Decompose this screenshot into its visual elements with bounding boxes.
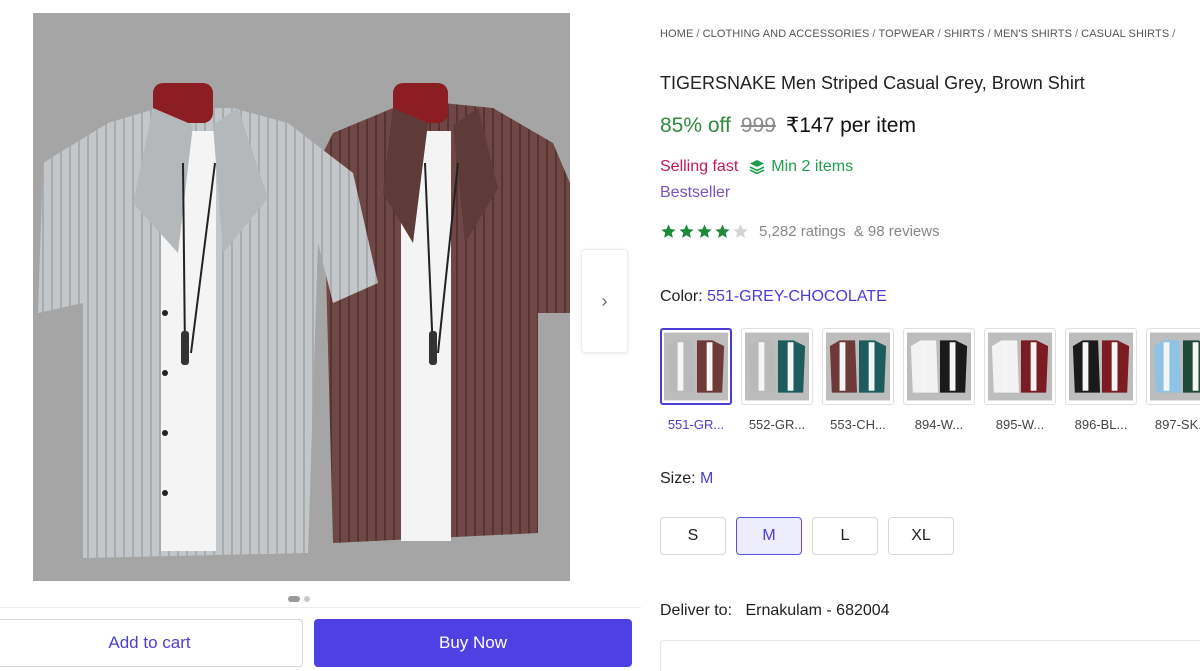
ratings-count: 5,282 ratings [759,223,846,240]
swatch-shirts-image [1069,332,1133,401]
image-gallery: › Add to cart Buy Now [0,0,641,671]
swatch-shirts-image [1150,332,1200,401]
star-icon [715,224,730,238]
divider [0,607,641,608]
color-swatch[interactable]: 551-GR... [660,328,732,432]
swatch-shirts-image [664,332,728,401]
delivery-pincode: Ernakulam - 682004 [745,602,890,619]
color-selector-label: Color: 551-GREY-CHOCOLATE [660,288,887,306]
add-to-cart-button[interactable]: Add to cart [0,619,303,667]
reviews-count: & 98 reviews [853,223,940,240]
stack-icon [749,160,765,175]
star-icon [697,224,712,238]
swatch-label: 553-CH... [830,417,886,432]
size-label: Size: [660,470,696,487]
color-swatch[interactable]: 895-W... [984,328,1056,432]
star-rating [660,223,749,240]
carousel-dots [288,596,310,602]
next-image-button[interactable]: › [581,249,628,353]
breadcrumb: HOME / CLOTHING AND ACCESSORIES / TOPWEAR / SH… [660,28,1176,40]
breadcrumb-mens-shirts[interactable]: MEN'S SHIRTS [994,28,1072,40]
swatch-label: 894-W... [914,417,964,432]
breadcrumb-casual-shirts[interactable]: CASUAL SHIRTS [1081,28,1169,40]
swatch-label: 552-GR... [748,417,806,432]
swatch-shirts-image [826,332,890,401]
swatch-thumbnail [1146,328,1200,405]
deliver-to-label: Deliver to: [660,602,733,619]
swatch-thumbnail [660,328,732,405]
breadcrumb-topwear[interactable]: TOPWEAR [879,28,935,40]
discount-percent: 85% off [660,114,731,137]
size-option-xl[interactable]: XL [888,517,954,555]
color-swatch[interactable]: 553-CH... [822,328,894,432]
bestseller-badge: Bestseller [660,184,731,201]
buy-now-button[interactable]: Buy Now [314,619,632,667]
carousel-dot-1[interactable] [288,596,300,602]
swatch-label: 896-BL... [1074,417,1128,432]
min-items-badge: Min 2 items [748,158,853,176]
size-option-s[interactable]: S [660,517,726,555]
shirts-illustration [33,13,570,581]
selling-price: ₹147 per item [785,114,916,137]
sales-badges: Selling fast Min 2 items [660,158,853,176]
swatch-shirts-image [745,332,809,401]
size-option-m[interactable]: M [736,517,802,555]
breadcrumb-clothing[interactable]: CLOTHING AND ACCESSORIES [703,28,870,40]
size-selector-label: Size: M [660,470,713,488]
carousel-dot-2[interactable] [304,596,310,602]
rating-summary[interactable]: 5,282 ratings & 98 reviews [660,223,940,240]
product-title: TIGERSNAKE Men Striped Casual Grey, Brow… [660,73,1085,93]
swatch-thumbnail [984,328,1056,405]
swatch-thumbnail [741,328,813,405]
color-label: Color: [660,288,703,305]
star-icon [679,224,694,238]
size-options: S M L XL [660,517,954,555]
swatch-thumbnail [822,328,894,405]
size-option-l[interactable]: L [812,517,878,555]
swatch-label: 551-GR... [667,417,725,432]
chevron-right-icon: › [601,290,608,311]
delivery-location[interactable]: Deliver to: Ernakulam - 682004 [660,602,890,620]
star-icon [661,224,676,238]
color-swatches: 551-GR... 552-GR... 553-CH... 894-W... 895-W… [660,328,1200,432]
swatch-shirts-image [907,332,971,401]
info-box [660,640,1200,671]
selling-fast-badge: Selling fast [660,158,739,175]
breadcrumb-home[interactable]: HOME [660,28,693,40]
color-swatch[interactable]: 896-BL... [1065,328,1137,432]
product-main-image[interactable] [33,13,570,581]
swatch-label: 897-SK... [1154,417,1200,432]
product-details: HOME / CLOTHING AND ACCESSORIES / TOPWEAR / SH… [660,0,1200,671]
min-items-label: Min 2 items [771,158,854,175]
selected-color: 551-GREY-CHOCOLATE [707,288,887,305]
breadcrumb-shirts[interactable]: SHIRTS [944,28,985,40]
original-price: 999 [740,114,776,137]
color-swatch[interactable]: 894-W... [903,328,975,432]
swatch-label: 895-W... [995,417,1045,432]
color-swatch[interactable]: 897-SK... [1146,328,1200,432]
star-icon [733,224,748,238]
swatch-shirts-image [988,332,1052,401]
selected-size: M [700,470,714,487]
swatch-thumbnail [1065,328,1137,405]
price-row: 85% off 999 ₹147 per item [660,113,916,138]
color-swatch[interactable]: 552-GR... [741,328,813,432]
brown-shirt [323,83,570,543]
swatch-thumbnail [903,328,975,405]
